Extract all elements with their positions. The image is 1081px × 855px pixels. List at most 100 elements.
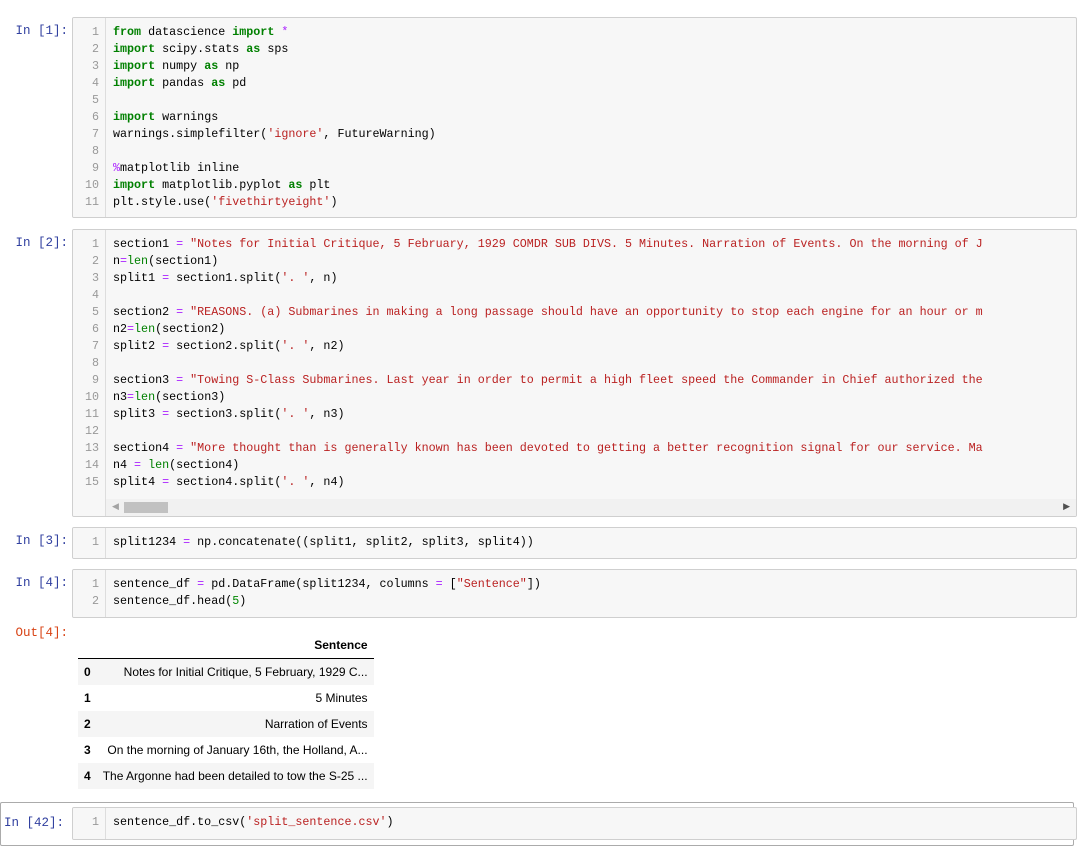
code-text: section2 = "REASONS. (a) Submarines in m… xyxy=(113,304,983,321)
code-text: n4 = len(section4) xyxy=(113,457,239,474)
code-token: sentence_df.head( xyxy=(113,594,233,608)
code-text: split4 = section4.split('. ', n4) xyxy=(113,474,344,491)
line-number: 2 xyxy=(91,594,99,608)
code-text: warnings.simplefilter('ignore', FutureWa… xyxy=(113,126,436,143)
sentence-cell: The Argonne had been detailed to tow the… xyxy=(102,769,368,783)
line-number: 12 xyxy=(84,424,99,438)
line-number: 1 xyxy=(91,237,99,251)
table-row: 0 Notes for Initial Critique, 5 February,… xyxy=(78,658,374,685)
code-text: sentence_df = pd.DataFrame(split1234, co… xyxy=(113,576,541,593)
table-row: 4 The Argonne had been detailed to tow th… xyxy=(78,763,374,789)
code-token: 'split_sentence.csv' xyxy=(246,815,387,829)
code-token: section1 xyxy=(113,237,177,251)
code-line: 8 xyxy=(73,355,1076,372)
line-number: 13 xyxy=(84,441,99,455)
code-token: '. ' xyxy=(281,475,310,489)
sentence-cell: Narration of Events xyxy=(264,717,368,731)
code-token: plt xyxy=(302,178,331,192)
code-line: 8 xyxy=(73,143,1076,160)
code-token: import xyxy=(113,178,156,192)
line-number: 9 xyxy=(91,161,99,175)
code-token: datascience xyxy=(141,25,233,39)
input-prompt: In [42]: xyxy=(3,816,64,830)
line-number: 10 xyxy=(84,178,99,192)
code-token: warnings xyxy=(155,110,219,124)
code-token: sentence_df xyxy=(113,577,198,591)
code-line: 11 split3 = section3.split('. ', n3) xyxy=(73,406,1076,423)
code-token: split1 xyxy=(113,271,163,285)
scroll-left-arrow-icon[interactable]: ◀ xyxy=(112,501,119,512)
scroll-right-arrow-icon[interactable]: ▶ xyxy=(1063,501,1070,512)
code-token: sentence_df.to_csv( xyxy=(113,815,247,829)
line-number: 3 xyxy=(91,271,99,285)
code-line: 10 n3=len(section3) xyxy=(73,389,1076,406)
code-line: 11 plt.style.use('fivethirtyeight') xyxy=(73,194,1076,211)
code-text: import pandas as pd xyxy=(113,75,246,92)
code-cell-editor[interactable]: 1 split1234 = np.concatenate((split1, spl… xyxy=(72,527,1077,559)
line-number: 1 xyxy=(91,535,99,549)
code-text: from datascience import * xyxy=(113,24,288,41)
code-cell-editor[interactable]: 1 section1 = "Notes for Initial Critique,… xyxy=(72,229,1077,517)
line-number: 9 xyxy=(91,373,99,387)
code-text: import numpy as np xyxy=(113,58,239,75)
code-line: 1 sentence_df = pd.DataFrame(split1234, c… xyxy=(73,576,1076,593)
code-token: section4.split( xyxy=(169,475,282,489)
code-token: np.concatenate((split1, split2, split3, … xyxy=(190,535,534,549)
code-line: 2 import scipy.stats as sps xyxy=(73,41,1076,58)
code-token: n4 xyxy=(113,458,135,472)
code-text: section4 = "More thought than is general… xyxy=(113,440,983,457)
code-token: len xyxy=(134,390,156,404)
line-number: 5 xyxy=(91,93,99,107)
line-number: 3 xyxy=(91,59,99,73)
code-line: 2 n=len(section1) xyxy=(73,253,1076,270)
code-token: matplotlib inline xyxy=(120,161,240,175)
line-number: 8 xyxy=(91,144,99,158)
line-number: 11 xyxy=(84,407,99,421)
row-index: 4 xyxy=(84,769,91,783)
code-line: 1 from datascience import * xyxy=(73,24,1076,41)
code-cell-editor[interactable]: 1 sentence_df.to_csv('split_sentence.csv'… xyxy=(72,807,1077,840)
code-token: from xyxy=(113,25,142,39)
line-number: 6 xyxy=(91,110,99,124)
code-cell-editor[interactable]: 1 sentence_df = pd.DataFrame(split1234, c… xyxy=(72,569,1077,618)
scrollbar-thumb[interactable] xyxy=(124,502,168,513)
row-index: 2 xyxy=(84,717,91,731)
code-token: '. ' xyxy=(281,407,310,421)
code-line: 5 section2 = "REASONS. (a) Submarines in … xyxy=(73,304,1076,321)
code-token: section3.split( xyxy=(169,407,282,421)
code-text: sentence_df.head(5) xyxy=(113,593,246,610)
code-text: split1 = section1.split('. ', n) xyxy=(113,270,337,287)
index-header xyxy=(78,632,97,659)
code-token: import xyxy=(113,110,156,124)
code-token: sps xyxy=(260,42,289,56)
code-line: 1 split1234 = np.concatenate((split1, spl… xyxy=(73,534,1076,551)
code-token: split3 xyxy=(113,407,163,421)
code-token: section2 xyxy=(113,305,177,319)
code-token: n xyxy=(113,254,121,268)
code-line: 6 import warnings xyxy=(73,109,1076,126)
row-index: 3 xyxy=(84,743,91,757)
code-token: (section2) xyxy=(155,322,226,336)
code-token: (section3) xyxy=(155,390,226,404)
line-number: 11 xyxy=(84,195,99,209)
code-token: as xyxy=(204,59,219,73)
code-line: 4 xyxy=(73,287,1076,304)
code-token: np xyxy=(218,59,240,73)
code-token: , FutureWarning) xyxy=(323,127,436,141)
code-line: 13 section4 = "More thought than is gener… xyxy=(73,440,1076,457)
code-text: split2 = section2.split('. ', n2) xyxy=(113,338,344,355)
code-token: "Notes for Initial Critique, 5 February,… xyxy=(190,237,983,251)
sentence-cell: 5 Minutes xyxy=(315,691,368,705)
line-number: 4 xyxy=(91,76,99,90)
code-line: 6 n2=len(section2) xyxy=(73,321,1076,338)
code-cell-editor[interactable]: 1 from datascience import * 2 import scipy.… xyxy=(72,17,1077,218)
table-row: 1 5 Minutes xyxy=(78,685,374,711)
code-token: n3 xyxy=(113,390,128,404)
horizontal-scrollbar[interactable]: ◀ ▶ xyxy=(106,499,1076,516)
code-token: % xyxy=(113,161,121,175)
code-token: scipy.stats xyxy=(155,42,247,56)
code-token: = xyxy=(435,577,443,591)
code-text: import scipy.stats as sps xyxy=(113,41,288,58)
code-token: ) xyxy=(386,815,394,829)
code-token: = xyxy=(127,322,135,336)
